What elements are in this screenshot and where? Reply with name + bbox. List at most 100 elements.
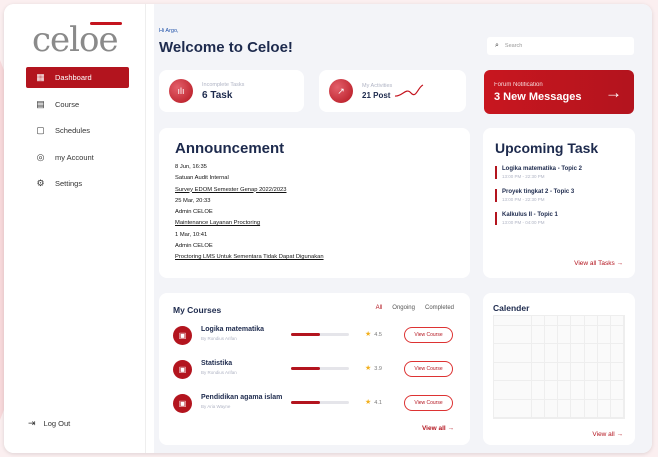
sidebar-item-settings[interactable]: ⚙ Settings [26, 173, 129, 194]
announcement-author: Satuan Audit Internal [175, 175, 229, 182]
task-time: 13:00 PM - 22:30 PM [502, 197, 545, 202]
announcement-date: 1 Mar, 10:41 [175, 231, 208, 238]
progress-fill [291, 333, 320, 336]
search-icon: ⌕ [495, 42, 499, 49]
logout-icon: ⇥ [28, 418, 36, 428]
star-icon: ★ [365, 331, 372, 338]
progress-bar [291, 367, 349, 370]
sparkline-icon [395, 84, 424, 97]
logout-button[interactable]: ⇥ Log Out [28, 418, 70, 429]
course-row: ▣ Pendidikan agama islam By Aria Wayne ★… [173, 391, 456, 415]
upcoming-task-card: Upcoming Task Logika matematika - Topic … [483, 128, 635, 278]
sidebar-nav: ▦ Dashboard ▤ Course ▢ Schedules ◎ my Ac… [26, 67, 129, 200]
course-author: By Rondius Arifan [201, 370, 237, 375]
sidebar-item-course[interactable]: ▤ Course [26, 94, 129, 115]
logout-label: Log Out [43, 419, 71, 428]
tab-completed[interactable]: Completed [425, 305, 454, 311]
view-all-courses-link[interactable]: View all → [422, 425, 454, 432]
course-rating: ★ 4.5 [365, 330, 382, 338]
sidebar-item-label: Settings [55, 179, 83, 188]
view-course-button[interactable]: View Course [404, 395, 453, 411]
view-course-button[interactable]: View Course [404, 361, 453, 377]
search-placeholder: Search [504, 43, 523, 49]
incomplete-value: 6 Task [202, 89, 233, 101]
tab-all[interactable]: All [376, 305, 383, 311]
account-icon: ◎ [36, 151, 45, 162]
course-rating: ★ 4.1 [365, 398, 382, 406]
sidebar-item-label: Course [55, 99, 80, 109]
announcement-title: Announcement [175, 140, 285, 157]
sidebar-item-label: my Account [55, 152, 94, 162]
sidebar-item-dashboard[interactable]: ▦ Dashboard [26, 67, 129, 88]
rating-value: 4.5 [374, 332, 382, 338]
task-item[interactable]: Kalkulus II - Topic 1 13:00 PM - 04:00 P… [495, 212, 623, 225]
course-icon: ▣ [173, 359, 192, 379]
course-rating: ★ 3.9 [365, 364, 382, 372]
logo: celoe [30, 18, 130, 60]
logo-accent [90, 22, 122, 25]
task-time: 13:00 PM - 04:00 PM [502, 220, 545, 225]
task-title: Logika matematika - Topic 2 [502, 166, 582, 172]
task-item[interactable]: Logika matematika - Topic 2 13:00 PM - 2… [495, 166, 623, 179]
course-tabs: All Ongoing Completed [376, 305, 454, 311]
forum-notification-card[interactable]: Forum Notification 3 New Messages → [484, 70, 634, 114]
course-author: By Aria Wayne [201, 404, 231, 409]
sidebar-item-label: Schedules [55, 126, 91, 135]
incomplete-tasks-card[interactable]: ılı Incomplete Tasks 6 Task [159, 70, 304, 112]
task-title: Proyek tingkat 2 - Topic 3 [502, 189, 575, 195]
gear-icon: ⚙ [36, 178, 45, 188]
announcement-author: Admin CELOE [175, 243, 213, 250]
announcement-date: 8 Jun, 16:35 [175, 164, 207, 170]
course-icon: ▣ [173, 325, 192, 345]
sidebar-item-account[interactable]: ◎ my Account [26, 147, 129, 168]
main-content: Hi Argo, Welcome to Celoe! ⌕ Search ılı … [154, 4, 652, 453]
progress-fill [291, 401, 320, 404]
task-title: Kalkulus II - Topic 1 [502, 212, 558, 218]
incomplete-label: Incomplete Tasks [202, 81, 245, 88]
page-title: Welcome to Celoe! [159, 39, 293, 56]
announcement-author: Admin CELOE [175, 209, 213, 216]
activities-card[interactable]: ↗ My Activities 21 Post [319, 70, 466, 112]
my-courses-card: My Courses All Ongoing Completed ▣ Logik… [159, 293, 470, 445]
announcement-link[interactable]: Proctoring LMS Untuk Sementara Tidak Dap… [175, 252, 454, 263]
calendar-card: Calender View all → [483, 293, 635, 445]
greeting: Hi Argo, [159, 28, 179, 34]
course-row: ▣ Statistika By Rondius Arifan ★ 3.9 View… [173, 357, 456, 381]
grid-icon: ▦ [36, 72, 45, 82]
announcement-link[interactable]: Survey EDOM Semester Genap 2022/2023 [175, 185, 454, 196]
course-title: Statistika [201, 360, 233, 367]
course-author: By Rondius Arifan [201, 336, 237, 341]
announcement-link[interactable]: Maintenance Layanan Proctoring [175, 218, 454, 229]
calendar-preview[interactable] [493, 315, 625, 419]
upcoming-title: Upcoming Task [495, 140, 599, 156]
chart-icon: ılı [169, 79, 193, 103]
course-title: Pendidikan agama islam [201, 394, 283, 401]
sidebar-item-schedules[interactable]: ▢ Schedules [26, 120, 129, 141]
course-info: Logika matematika By Rondius Arifan [201, 326, 264, 341]
tab-ongoing[interactable]: Ongoing [392, 305, 415, 311]
course-row: ▣ Logika matematika By Rondius Arifan ★ 4… [173, 323, 456, 347]
calendar-title: Calender [493, 303, 530, 313]
trend-icon: ↗ [329, 79, 353, 103]
activities-value: 21 Post [362, 90, 391, 100]
view-all-calendar-link[interactable]: View all → [592, 431, 623, 438]
course-title: Logika matematika [201, 326, 265, 333]
sidebar-item-label: Dashboard [55, 73, 92, 82]
star-icon: ★ [365, 399, 372, 406]
search-input[interactable]: ⌕ Search [487, 37, 634, 55]
task-item[interactable]: Proyek tingkat 2 - Topic 3 13:00 PM - 22… [495, 189, 623, 202]
progress-bar [291, 333, 349, 336]
task-time: 13:00 PM - 22:30 PM [502, 174, 545, 179]
sidebar: celoe ▦ Dashboard ▤ Course ▢ Schedules ◎… [4, 4, 146, 453]
course-info: Pendidikan agama islam By Aria Wayne [201, 394, 282, 409]
view-course-button[interactable]: View Course [404, 327, 453, 343]
rating-value: 4.1 [374, 400, 382, 406]
rating-value: 3.9 [374, 366, 382, 372]
announcement-date: 25 Mar, 20:33 [175, 197, 211, 204]
logo-text: celoe [32, 20, 119, 60]
book-icon: ▤ [36, 98, 45, 109]
activities-label: My Activities [362, 82, 393, 89]
progress-fill [291, 367, 320, 370]
course-icon: ▣ [173, 393, 192, 413]
view-all-tasks-link[interactable]: View all Tasks → [574, 260, 623, 267]
